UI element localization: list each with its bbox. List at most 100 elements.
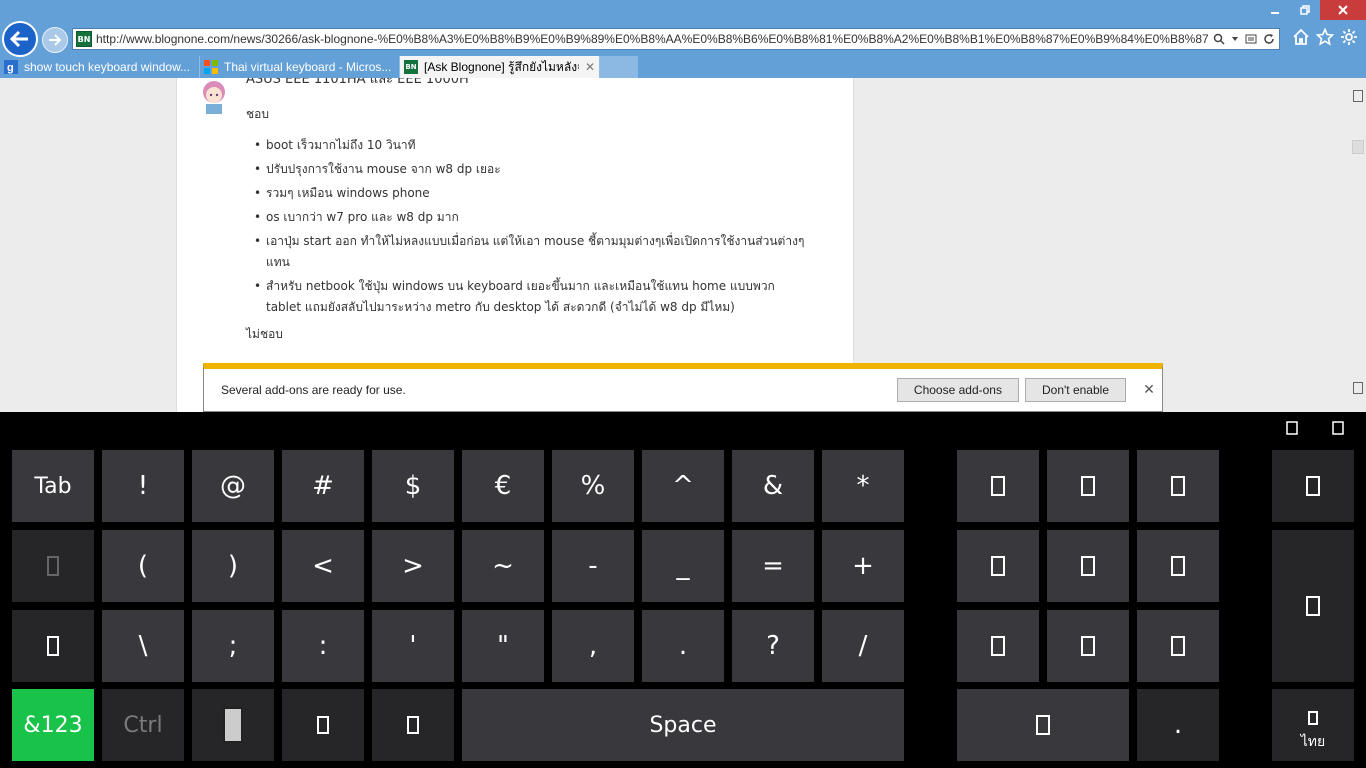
tab-microsoft[interactable]: Thai virtual keyboard - Micros... xyxy=(200,56,400,78)
keyboard-layout-icon xyxy=(1308,711,1318,725)
search-icon[interactable] xyxy=(1213,33,1225,45)
avatar xyxy=(195,78,233,116)
key-backslash[interactable]: \ xyxy=(102,610,184,682)
numpad-key[interactable] xyxy=(957,610,1039,682)
page-scrollbar[interactable] xyxy=(1348,78,1366,412)
key-emoji-selected[interactable] xyxy=(192,689,274,761)
key-less-than[interactable]: < xyxy=(282,530,364,602)
list-item: เอาปุ่ม start ออก ทำให้ไม่หลงแบบเมื่อก่อ… xyxy=(254,231,806,273)
key-open-paren[interactable]: ( xyxy=(102,530,184,602)
scroll-thumb[interactable] xyxy=(1352,140,1364,154)
close-notification-icon[interactable]: ✕ xyxy=(1136,382,1162,398)
google-icon: g xyxy=(4,60,18,74)
scroll-up-icon[interactable] xyxy=(1353,90,1363,102)
language-label: ไทย xyxy=(1300,734,1326,750)
dislike-heading: ไม่ชอบ xyxy=(246,327,283,341)
compat-view-icon[interactable] xyxy=(1245,33,1257,45)
home-icon[interactable] xyxy=(1292,28,1310,46)
addons-notification-bar: Several add-ons are ready for use. Choos… xyxy=(203,363,1163,412)
ctrl-key[interactable]: Ctrl xyxy=(102,689,184,761)
scroll-down-icon[interactable] xyxy=(1353,382,1363,394)
numpad-key[interactable] xyxy=(1137,610,1219,682)
key-asterisk[interactable]: * xyxy=(822,450,904,522)
key-at[interactable]: @ xyxy=(192,450,274,522)
key-arrow-left-small[interactable] xyxy=(282,689,364,761)
numpad-key[interactable] xyxy=(1047,530,1129,602)
key-emoji[interactable] xyxy=(12,530,94,602)
key-apostrophe[interactable]: ' xyxy=(372,610,454,682)
key-hyphen[interactable]: - xyxy=(552,530,634,602)
numpad-key[interactable] xyxy=(1047,610,1129,682)
key-dollar[interactable]: $ xyxy=(372,450,454,522)
key-comma[interactable]: , xyxy=(552,610,634,682)
new-tab-button[interactable] xyxy=(600,56,638,78)
keyboard-dock-icon[interactable] xyxy=(1286,420,1298,439)
key-hash[interactable]: # xyxy=(282,450,364,522)
key-exclamation[interactable]: ! xyxy=(102,450,184,522)
tab-blognone[interactable]: BN [Ask Blognone] รู้สึกยังไมหลังจา... ✕ xyxy=(400,56,600,78)
article: ASUS EEE 1101HA และ EEE 1000H ชอบ boot เ… xyxy=(176,78,854,412)
key-percent[interactable]: % xyxy=(552,450,634,522)
numpad-key[interactable] xyxy=(1137,450,1219,522)
numpad-key[interactable] xyxy=(957,530,1039,602)
key-equals[interactable]: = xyxy=(732,530,814,602)
key-ampersand[interactable]: & xyxy=(732,450,814,522)
space-key[interactable]: Space xyxy=(462,689,904,761)
key-arrow-right-small[interactable] xyxy=(372,689,454,761)
author-device-line: ASUS EEE 1101HA และ EEE 1000H xyxy=(246,78,469,87)
tab-label: [Ask Blognone] รู้สึกยังไมหลังจา... xyxy=(424,59,579,74)
back-button[interactable] xyxy=(2,21,38,57)
enter-key[interactable] xyxy=(1272,530,1354,682)
symbols-toggle-key[interactable]: &123 xyxy=(12,689,94,761)
key-double-quote[interactable]: " xyxy=(462,610,544,682)
key-left-arrow[interactable] xyxy=(12,610,94,682)
browser-chrome: BN http://www.blognone.com/news/30266/as… xyxy=(0,0,1366,78)
minimize-button[interactable] xyxy=(1260,0,1290,20)
numpad-key[interactable] xyxy=(957,450,1039,522)
list-item: boot เร็วมากไม่ถึง 10 วินาที xyxy=(254,135,806,156)
numpad-key[interactable] xyxy=(1047,450,1129,522)
numpad-key[interactable] xyxy=(1137,530,1219,602)
choose-addons-button[interactable]: Choose add-ons xyxy=(896,378,1019,402)
restore-button[interactable] xyxy=(1290,0,1320,20)
dropdown-chevron-icon[interactable] xyxy=(1231,35,1239,43)
key-colon[interactable]: : xyxy=(282,610,364,682)
like-heading: ชอบ xyxy=(246,107,269,121)
tab-key[interactable]: Tab xyxy=(12,450,94,522)
likes-list: boot เร็วมากไม่ถึง 10 วินาที ปรับปรุงการ… xyxy=(246,135,806,318)
key-plus[interactable]: + xyxy=(822,530,904,602)
dont-enable-button[interactable]: Don't enable xyxy=(1024,378,1126,402)
url-text[interactable]: http://www.blognone.com/news/30266/ask-b… xyxy=(96,32,1209,46)
tab-google-search[interactable]: g show touch keyboard window... xyxy=(0,56,200,78)
key-caret[interactable]: ^ xyxy=(642,450,724,522)
tab-label: Thai virtual keyboard - Micros... xyxy=(224,60,392,74)
key-close-paren[interactable]: ) xyxy=(192,530,274,602)
close-tab-icon[interactable]: ✕ xyxy=(585,60,595,74)
keyboard-close-icon[interactable] xyxy=(1332,420,1344,439)
forward-button[interactable] xyxy=(42,27,68,53)
page-content: ASUS EEE 1101HA และ EEE 1000H ชอบ boot เ… xyxy=(0,78,1366,412)
key-slash[interactable]: / xyxy=(822,610,904,682)
language-key[interactable]: ไทย xyxy=(1272,689,1354,761)
gear-icon[interactable] xyxy=(1340,28,1358,46)
site-favicon-icon: BN xyxy=(76,31,92,47)
numpad-dot-key[interactable]: . xyxy=(1137,689,1219,761)
list-item: รวมๆ เหมือน windows phone xyxy=(254,183,806,204)
refresh-icon[interactable] xyxy=(1263,33,1275,45)
notification-message: Several add-ons are ready for use. xyxy=(221,383,406,397)
key-question[interactable]: ? xyxy=(732,610,814,682)
blognone-icon: BN xyxy=(404,60,418,74)
tab-label: show touch keyboard window... xyxy=(24,60,191,74)
key-euro[interactable]: € xyxy=(462,450,544,522)
key-period[interactable]: . xyxy=(642,610,724,682)
numpad-zero-key[interactable] xyxy=(957,689,1129,761)
favorites-star-icon[interactable] xyxy=(1316,28,1334,46)
address-bar[interactable]: BN http://www.blognone.com/news/30266/as… xyxy=(72,28,1280,50)
backspace-key[interactable] xyxy=(1272,450,1354,522)
key-tilde[interactable]: ~ xyxy=(462,530,544,602)
close-window-button[interactable] xyxy=(1320,0,1366,20)
key-underscore[interactable]: _ xyxy=(642,530,724,602)
key-semicolon[interactable]: ; xyxy=(192,610,274,682)
key-greater-than[interactable]: > xyxy=(372,530,454,602)
list-item: สำหรับ netbook ใช้ปุ่ม windows บน keyboa… xyxy=(254,276,806,318)
